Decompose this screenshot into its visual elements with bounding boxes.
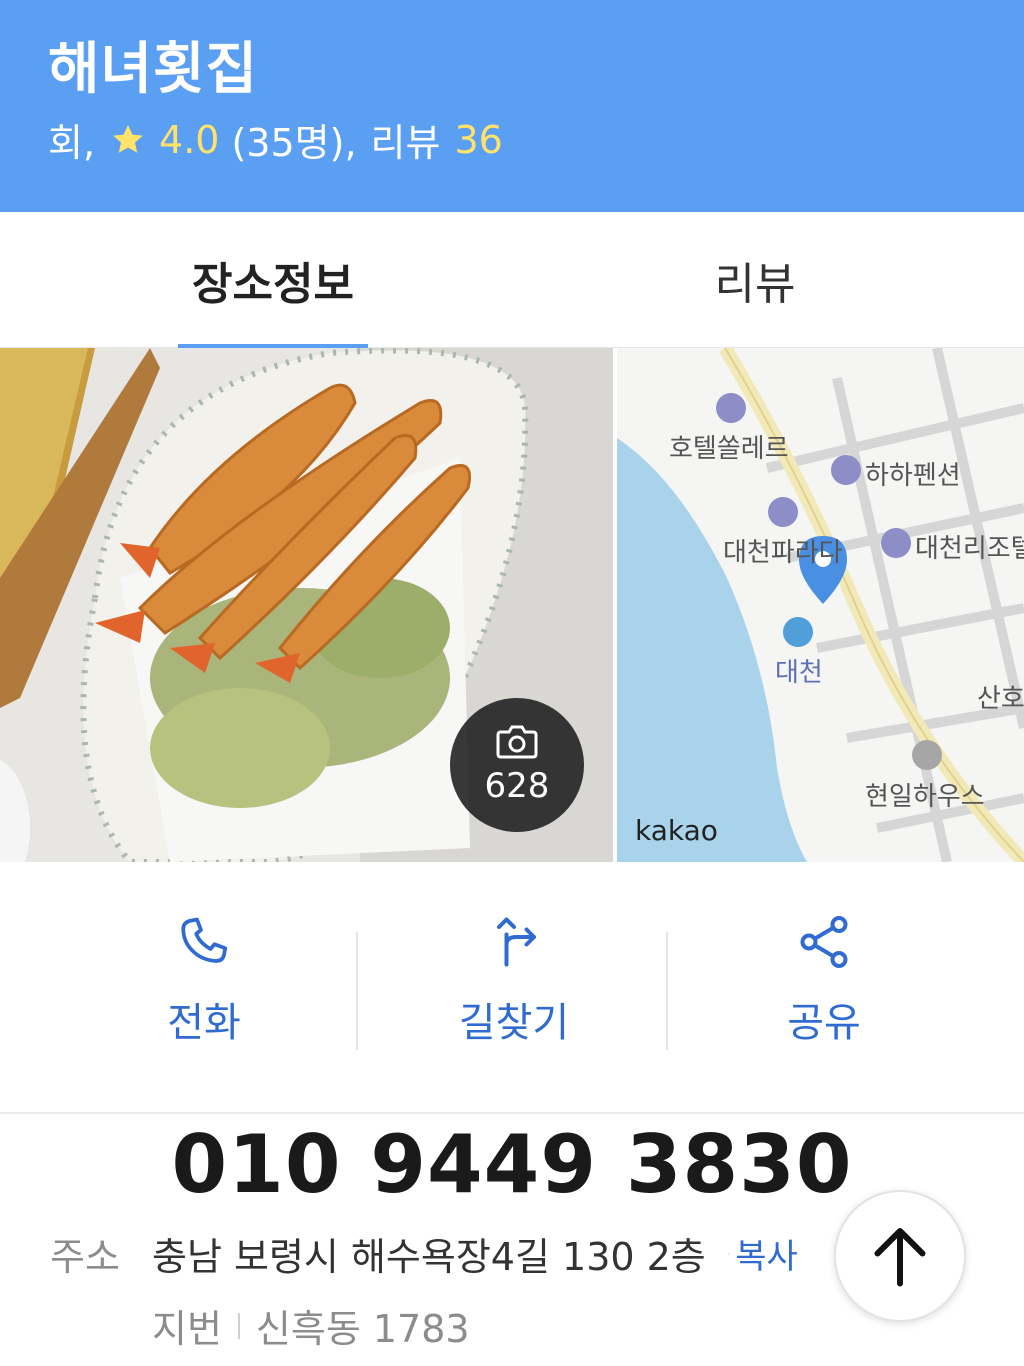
beach-icon [783,617,813,647]
photo-count: 628 [484,766,550,806]
lot-address-row: 지번 신흑동 1783 [152,1298,470,1353]
lot-value: 신흑동 1783 [255,1307,470,1351]
scroll-top-button[interactable] [834,1190,966,1322]
share-label: 공유 [787,1000,861,1046]
copy-label: 복사 [735,1237,798,1277]
camera-icon [496,725,538,759]
photo-count-badge[interactable]: 628 [450,698,584,832]
map-label: 대천 [775,658,823,688]
lot-separator [237,1312,240,1339]
arrow-up-icon [874,1228,926,1287]
pension-icon [831,455,861,485]
call-button[interactable]: 전화 [104,912,304,1072]
share-button[interactable]: 공유 [724,912,924,1072]
review-label: 리뷰 [370,121,441,165]
directions-icon [497,917,536,967]
lot-label: 지번 [152,1307,222,1351]
copy-icon [727,1252,730,1255]
directions-label: 길찾기 [458,1000,570,1046]
action-bar: 전화 길찾기 공유 [0,862,1024,1114]
map-label: 대천파라다 [723,538,843,568]
directions-button[interactable]: 길찾기 [414,912,614,1072]
tab-reviews[interactable]: 리뷰 [570,212,940,348]
phone-icon [181,917,228,963]
star-icon [113,124,143,153]
place-category: 회, [48,121,96,165]
rating-count: (35명), [231,121,357,165]
call-label: 전화 [167,1000,241,1046]
place-photo[interactable]: 628 [0,348,613,862]
review-count[interactable]: 36 [454,118,502,162]
place-meta: 회, 4.0 (35명), 리뷰 36 [48,112,503,167]
map-label: 현일하우스 [865,782,985,812]
tab-bar: 장소정보 리뷰 [0,212,1024,348]
copy-address-button[interactable]: 복사 [727,1229,798,1278]
house-icon [912,740,942,770]
action-divider [356,932,358,1050]
place-title: 해녀횟집 [48,37,259,102]
hotel-icon [716,393,746,423]
map-brand: kakao [635,814,718,847]
map-label: 호텔쏠레르 [669,434,789,464]
action-divider [666,932,668,1050]
map-label: 하하펜션 [865,461,961,491]
address-label: 주소 [50,1235,120,1279]
rating-value: 4.0 [159,117,220,162]
address-row: 주소 충남 보령시 해수욕장4길 130 2층 복사 [50,1226,798,1281]
condo-icon [881,528,911,558]
share-icon [800,916,848,968]
address-text: 충남 보령시 해수욕장4길 130 2층 [152,1235,706,1279]
place-header: 해녀횟집 회, 4.0 (35명), 리뷰 36 [0,0,1024,212]
tab-place-info[interactable]: 장소정보 [88,212,458,348]
map-thumbnail[interactable]: 호텔쏠레르 하하펜션 대천파라다 대천리조텔 대천 산호 현일하우스 kakao [617,348,1024,862]
map-label: 대천리조텔 [915,534,1024,564]
hotel-icon [768,497,798,527]
map-label: 산호 [977,684,1024,714]
